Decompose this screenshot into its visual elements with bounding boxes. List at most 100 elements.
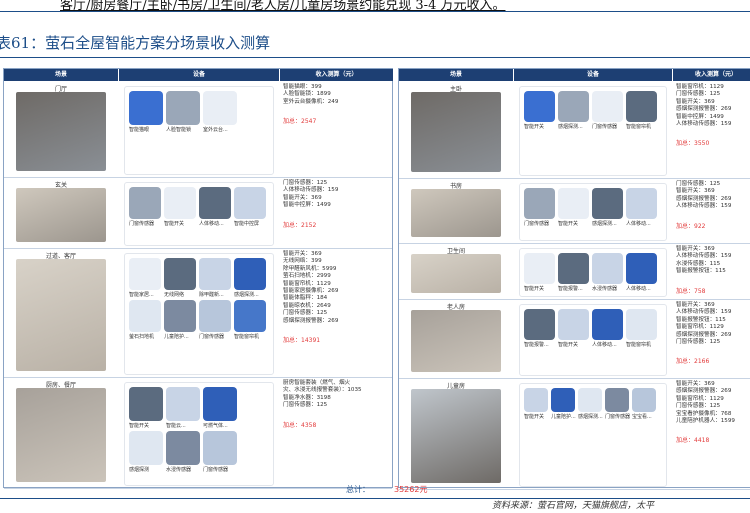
device-label: 智能开关 bbox=[524, 414, 545, 420]
device-group: 智能家居... 无线网络 除甲醛新... 感烟探测... 萤石扫地机 儿童陪护... 门窗传… bbox=[124, 253, 274, 375]
income-items: 智能开关：369 感烟探测报警器：269 智能窗帘机：1129 门窗传感器：125 宝宝… bbox=[676, 381, 735, 425]
device-label: 儿童陪护... bbox=[551, 414, 576, 420]
device-icon bbox=[166, 387, 200, 421]
device-icon bbox=[129, 258, 161, 290]
device-label: 人脸智能锁 bbox=[166, 127, 192, 133]
row-sum: 加总：922 bbox=[676, 222, 706, 230]
device-icon bbox=[626, 309, 657, 340]
header-device: 设备 bbox=[514, 69, 672, 81]
income-item: 门窗传感器：125 bbox=[283, 310, 328, 317]
device-icon bbox=[626, 253, 657, 284]
row-sum: 加总：2166 bbox=[676, 358, 710, 366]
scene-photo bbox=[16, 92, 106, 171]
device-label: 人体移动... bbox=[592, 342, 617, 348]
device-group: 智能开关 智能报警... 水浸传感器 人体移动... bbox=[519, 248, 667, 297]
table-row: 过道、客厅 智能家居... 无线网络 除甲醛新... 感烟探测... 萤石扫地机 儿童陪护.… bbox=[4, 249, 392, 378]
device-icon bbox=[129, 387, 163, 421]
income-item: 门窗传感器：125 bbox=[283, 402, 328, 409]
device-label: 门窗传感器 bbox=[203, 467, 229, 473]
header-scene: 场景 bbox=[4, 69, 118, 81]
device-label: 智能窗帘机 bbox=[626, 342, 652, 348]
device-label: 水浸传感器 bbox=[166, 467, 192, 473]
device-icon bbox=[129, 187, 161, 219]
device-icon bbox=[558, 309, 589, 340]
income-item: 感烟探测报警器：269 bbox=[676, 388, 732, 395]
device-label: 智能开关 bbox=[524, 124, 545, 130]
scene-photo bbox=[16, 188, 106, 242]
row-sum: 加总：4358 bbox=[283, 421, 317, 429]
device-icon bbox=[164, 258, 196, 290]
device-label: 感烟探测... bbox=[578, 414, 603, 420]
row-sum: 加总：2152 bbox=[283, 221, 317, 229]
device-label: 智能云... bbox=[166, 423, 186, 429]
device-label: 门窗传感器 bbox=[605, 414, 631, 420]
right-table: 场景 设备 收入测算（元） 主卧 智能开关 感烟探测... 门窗传感器 智能窗帘机 智能窗… bbox=[398, 68, 750, 490]
income-item: 智能窗帘机：1129 bbox=[283, 280, 331, 287]
device-icon bbox=[524, 91, 555, 122]
total-label: 总计： bbox=[346, 485, 370, 494]
income-item: 人体移动传感器：159 bbox=[676, 253, 732, 260]
table-row: 主卧 智能开关 感烟探测... 门窗传感器 智能窗帘机 智能窗帘机：1129 门窗传感器：1… bbox=[399, 82, 750, 179]
income-items: 厨房智能套装（燃气、烟火 灾、水浸无线报警套装）：1035 智能净水器：3198 门窗… bbox=[283, 380, 362, 410]
income-item: 人体移动传感器：159 bbox=[283, 187, 339, 194]
device-group: 智能报警... 智能开关 人体移动... 智能窗帘机 bbox=[519, 304, 667, 376]
device-group: 门窗传感器 智能开关 感烟探测... 人体移动... bbox=[519, 183, 667, 241]
device-icon bbox=[129, 300, 161, 332]
device-icon bbox=[558, 188, 589, 219]
device-label: 门窗传感器 bbox=[199, 334, 225, 340]
device-icon bbox=[524, 253, 555, 284]
device-label: 智能开关 bbox=[524, 286, 545, 292]
device-group: 智能开关 智能云... 可燃气体... 感烟探测 水浸传感器 门窗传感器 bbox=[124, 382, 274, 486]
device-icon bbox=[578, 388, 602, 412]
device-label: 儿童陪护... bbox=[164, 334, 189, 340]
title-separator bbox=[0, 57, 750, 58]
device-icon bbox=[203, 387, 237, 421]
income-items: 智能开关：369 人体移动传感器：159 水浸传感器：115 智能报警按钮：115 bbox=[676, 246, 731, 276]
device-group: 智能猫眼 人脸智能锁 室外云台... bbox=[124, 86, 274, 175]
device-icon bbox=[592, 91, 623, 122]
income-items: 智能开关：369 无线网络：399 除甲醛新风机：5999 萤石扫地机：2999 智能窗… bbox=[283, 251, 338, 325]
device-icon bbox=[164, 187, 196, 219]
device-icon bbox=[605, 388, 629, 412]
income-item: 室外云台摄像机：249 bbox=[283, 98, 339, 105]
device-icon bbox=[203, 91, 237, 125]
device-icon bbox=[551, 388, 575, 412]
row-sum: 加总：2547 bbox=[283, 118, 317, 126]
device-icon bbox=[129, 91, 163, 125]
device-icon bbox=[199, 258, 231, 290]
device-label: 智能开关 bbox=[558, 342, 579, 348]
income-items: 智能窗帘机：1129 门窗传感器：125 智能开关：369 感烟探测报警器：269 智能… bbox=[676, 84, 731, 128]
income-item: 人脸智能锁：1899 bbox=[283, 91, 331, 98]
income-item: 无线网络：399 bbox=[283, 258, 322, 265]
scene-photo bbox=[411, 310, 501, 372]
income-item: 智能窗帘机：1129 bbox=[676, 324, 724, 331]
scene-photo bbox=[411, 389, 501, 483]
row-sum: 加总：3550 bbox=[676, 140, 710, 148]
device-icon bbox=[203, 431, 237, 465]
income-item: 智能开关：369 bbox=[676, 188, 715, 195]
top-separator bbox=[0, 11, 750, 12]
device-icon bbox=[164, 300, 196, 332]
income-item: 感烟探测报警器：269 bbox=[676, 331, 732, 338]
device-label: 智能报警... bbox=[558, 286, 583, 292]
device-label: 门窗传感器 bbox=[592, 124, 618, 130]
table-row: 卫生间 智能开关 智能报警... 水浸传感器 人体移动... 智能开关：369 人体移动传感… bbox=[399, 244, 750, 300]
income-item: 宝宝看护摄像机：768 bbox=[676, 410, 732, 417]
table-row: 书房 门窗传感器 智能开关 感烟探测... 人体移动... 门窗传感器：125 智能开关：3… bbox=[399, 179, 750, 244]
device-icon bbox=[592, 253, 623, 284]
income-item: 门窗传感器：125 bbox=[676, 91, 721, 98]
device-icon bbox=[166, 91, 200, 125]
header-income: 收入测算（元） bbox=[673, 69, 750, 81]
income-item: 感烟探测报警器：269 bbox=[676, 106, 732, 113]
income-item: 智能中控屏：1499 bbox=[676, 113, 724, 120]
device-label: 智能窗帘机 bbox=[234, 334, 260, 340]
device-icon bbox=[558, 91, 589, 122]
device-icon bbox=[234, 300, 266, 332]
table-row: 厨房、餐厅 智能开关 智能云... 可燃气体... 感烟探测 水浸传感器 门窗传感器 厨房智能… bbox=[4, 378, 392, 489]
device-group: 门窗传感器 智能开关 人体移动... 智能中控屏 bbox=[124, 182, 274, 246]
device-label: 感烟探测... bbox=[592, 221, 617, 227]
device-icon bbox=[524, 309, 555, 340]
header-device: 设备 bbox=[119, 69, 279, 81]
scene-photo bbox=[411, 254, 501, 293]
income-item: 灾、水浸无线报警套装）：1035 bbox=[283, 387, 362, 394]
